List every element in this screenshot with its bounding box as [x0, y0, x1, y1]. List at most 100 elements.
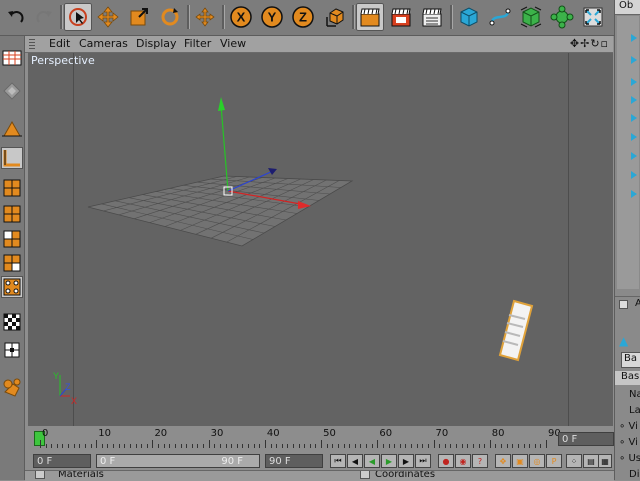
deformer-icon[interactable]: [579, 3, 607, 31]
move-icon[interactable]: [94, 3, 122, 31]
timeline-tick: [101, 444, 103, 448]
render-picture-viewer-icon[interactable]: [387, 3, 415, 31]
timeline-tick: [248, 444, 250, 448]
array-generator-icon[interactable]: [548, 3, 576, 31]
use-model-mode-icon[interactable]: [1, 47, 23, 69]
uv-points-mode-icon[interactable]: [1, 252, 23, 274]
timeline-tick: [495, 444, 497, 448]
live-select-icon[interactable]: [64, 3, 92, 31]
x-axis-lock-icon[interactable]: X: [227, 3, 255, 31]
goto-end-icon[interactable]: ⏭: [415, 454, 431, 468]
menu-view[interactable]: View: [220, 37, 246, 50]
pan-view-icon[interactable]: ✥: [570, 37, 580, 50]
nurbs-icon[interactable]: [517, 3, 545, 31]
goto-start-icon[interactable]: ⏮: [330, 454, 346, 468]
timeline-tick: [382, 444, 384, 448]
toolbar-separator: [187, 5, 190, 29]
redo-icon[interactable]: [30, 3, 58, 31]
timeline-tick: [203, 444, 205, 448]
dolly-view-icon[interactable]: ✢: [580, 37, 590, 50]
menu-display[interactable]: Display: [136, 37, 177, 50]
tweak-mode-icon[interactable]: [1, 339, 23, 361]
selected-object-bounds: [498, 299, 534, 362]
texture-mode-icon[interactable]: [1, 80, 23, 102]
polygons-mode-icon[interactable]: [1, 228, 23, 250]
end-frame-field[interactable]: 90 F: [265, 454, 323, 468]
timeline-tick: [337, 444, 339, 448]
name-row-label: Na: [629, 389, 640, 400]
timeline-tick: [315, 444, 317, 448]
timeline-tick: [529, 444, 531, 448]
sculpt-icon[interactable]: [1, 376, 23, 398]
uv-polygons-mode-icon[interactable]: [1, 276, 23, 298]
points-mode-icon[interactable]: [1, 177, 23, 199]
parameter-key-icon[interactable]: P: [546, 454, 562, 468]
perspective-viewport[interactable]: Perspective Y Z X: [28, 53, 613, 426]
drag-grip-icon[interactable]: [29, 39, 35, 49]
render-view-icon[interactable]: [356, 3, 384, 31]
coordinate-system-icon[interactable]: [322, 3, 350, 31]
timeline-tick: [141, 444, 143, 448]
panel-checkbox[interactable]: [360, 471, 370, 479]
checkerboard-icon[interactable]: [1, 311, 23, 333]
basic-tab[interactable]: Ba: [621, 352, 640, 368]
edges-mode-icon[interactable]: [1, 203, 23, 225]
scale-icon[interactable]: [125, 3, 153, 31]
floor-grid: [87, 175, 354, 247]
timeline-tick: [388, 444, 390, 448]
coordinates-panel-title[interactable]: Coordinates: [375, 471, 435, 480]
undo-icon[interactable]: [2, 3, 30, 31]
z-axis-lock-icon[interactable]: Z: [289, 3, 317, 31]
timeline-tick: [472, 444, 474, 448]
rotate-icon[interactable]: [156, 3, 184, 31]
panel-checkbox[interactable]: [619, 300, 628, 309]
record-keys-icon[interactable]: ●: [438, 454, 454, 468]
objects-tab[interactable]: Ob: [615, 0, 640, 15]
timeline-tick: [169, 444, 171, 448]
next-key-icon[interactable]: ▶: [398, 454, 414, 468]
menu-filter[interactable]: Filter: [184, 37, 211, 50]
render-settings-icon[interactable]: [418, 3, 446, 31]
play-backwards-icon[interactable]: ◀: [364, 454, 380, 468]
keyframe-selection-icon[interactable]: ?: [472, 454, 488, 468]
preview-range-slider[interactable]: 0 F 90 F: [96, 454, 260, 468]
timeline-tick: [180, 444, 182, 448]
object-mode-icon[interactable]: [1, 118, 23, 140]
timeline-tick: [512, 444, 514, 448]
object-tree[interactable]: [617, 16, 639, 289]
scale-key-icon[interactable]: ▣: [512, 454, 528, 468]
toolbar-separator: [222, 5, 225, 29]
timeline-tick: [546, 440, 547, 448]
timeline-ruler[interactable]: 0 10 20 30 40 50 60 70 80 90: [34, 428, 561, 448]
visible-editor-row-label: ∘ Vi: [619, 421, 638, 432]
y-axis-lock-icon[interactable]: Y: [258, 3, 286, 31]
timeline-tick-label: 0: [42, 428, 49, 439]
viewport-navigation: ✥✢↻▫: [570, 37, 609, 50]
bottom-panels: Materials Coordinates: [25, 470, 614, 481]
rotate-view-icon[interactable]: ↻: [590, 37, 600, 50]
axis-mode-icon[interactable]: [1, 147, 23, 169]
timeline-tick: [191, 444, 193, 448]
position-key-icon[interactable]: ✥: [495, 454, 511, 468]
timeline-tick-label: 80: [491, 428, 505, 439]
materials-panel-title[interactable]: Materials: [58, 471, 104, 480]
timeline-tick: [84, 444, 86, 448]
autokey-icon[interactable]: ◉: [455, 454, 471, 468]
spline-icon[interactable]: [486, 3, 514, 31]
toggle-view-icon[interactable]: ▫: [601, 37, 609, 50]
dopesheet-icon[interactable]: ▦: [598, 454, 612, 468]
current-frame-field[interactable]: 0 F: [558, 432, 614, 446]
rotation-key-icon[interactable]: ◎: [529, 454, 545, 468]
panel-checkbox[interactable]: [35, 471, 45, 479]
world-axis-move-icon[interactable]: [191, 3, 219, 31]
menu-cameras[interactable]: Cameras: [79, 37, 128, 50]
previous-key-icon[interactable]: ◀: [347, 454, 363, 468]
start-frame-field[interactable]: 0 F: [33, 454, 91, 468]
point-level-animation-icon[interactable]: ⁘: [566, 454, 582, 468]
timeline-tick: [281, 444, 283, 448]
play-forwards-icon[interactable]: ▶: [381, 454, 397, 468]
timeline-tick: [304, 444, 306, 448]
menu-edit[interactable]: Edit: [49, 37, 70, 50]
cube-primitive-icon[interactable]: [455, 3, 483, 31]
timeline-icon[interactable]: ▤: [583, 454, 599, 468]
